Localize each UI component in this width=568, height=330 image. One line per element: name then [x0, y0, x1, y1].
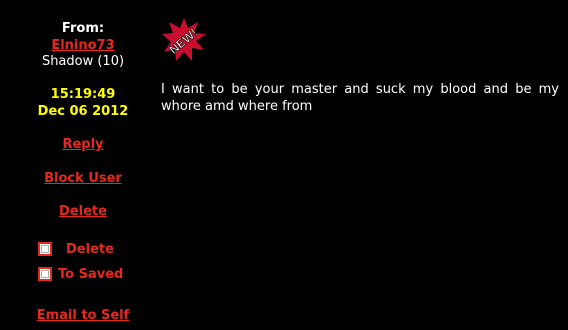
block-user-link[interactable]: Block User: [0, 171, 166, 186]
sender-username-link[interactable]: Elnino73: [0, 38, 166, 53]
to-saved-checkbox-row: To Saved: [38, 265, 123, 283]
delete-checkbox-row: Delete: [38, 240, 114, 258]
message-sidebar: From: Elnino73 Shadow (10) 15:19:49 Dec …: [0, 0, 166, 330]
message-body: I want to be your master and suck my blo…: [161, 82, 559, 114]
new-starburst-icon: NEW!: [162, 18, 206, 61]
delete-checkbox-label: Delete: [66, 241, 114, 257]
message-time: 15:19:49: [50, 87, 116, 102]
to-saved-checkbox[interactable]: [38, 267, 52, 281]
message-date: Dec 06 2012: [37, 104, 129, 119]
to-saved-checkbox-label: To Saved: [58, 266, 124, 282]
from-label: From:: [61, 21, 105, 36]
reply-link[interactable]: Reply: [0, 137, 166, 152]
sender-rank: Shadow (10): [41, 54, 125, 69]
delete-link[interactable]: Delete: [0, 204, 166, 219]
email-to-self-link[interactable]: Email to Self: [0, 308, 166, 323]
delete-checkbox[interactable]: [38, 242, 52, 256]
